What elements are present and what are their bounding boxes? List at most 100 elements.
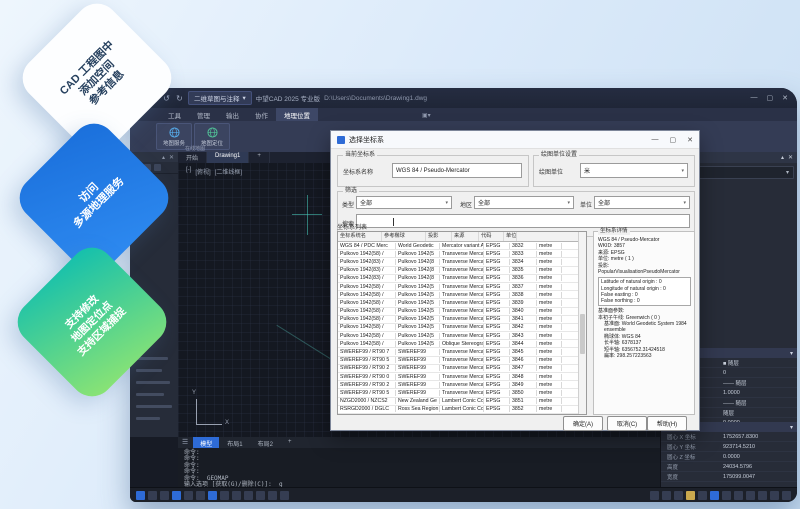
viewport-control[interactable]: [二维线框] [215, 167, 242, 176]
fullscreen-icon[interactable] [770, 491, 779, 500]
table-row[interactable]: NZGD2000 / NZCS2 New Zealand Ge Lambert … [338, 398, 586, 406]
table-row[interactable]: Pulkovo 1942(58) / Pulkovo 1942(5 Transv… [338, 299, 586, 307]
scrollbar-thumb[interactable] [580, 314, 585, 354]
table-row[interactable]: Pulkovo 1942(83) / Pulkovo 1942(8 Transv… [338, 275, 586, 283]
table-row[interactable]: SWEREF99 / RT90 5 SWEREF99 Transverse Me… [338, 357, 586, 365]
palette-item[interactable] [136, 393, 164, 396]
ortho-icon[interactable] [160, 491, 169, 500]
palette-item[interactable] [136, 381, 170, 384]
monitor-icon[interactable] [710, 491, 719, 500]
grid-icon[interactable] [148, 491, 157, 500]
file-tab[interactable]: + [249, 152, 270, 163]
table-row[interactable]: Pulkovo 1942(58) / Pulkovo 1942(5 Obliqu… [338, 340, 586, 348]
property-row[interactable]: 高度 24034.5796 [661, 462, 797, 472]
table-row[interactable]: SWEREF99 / RT90 7 SWEREF99 Transverse Me… [338, 348, 586, 356]
layout-grid-icon[interactable] [662, 491, 671, 500]
palette-tool-icon[interactable] [154, 164, 161, 171]
property-row[interactable]: 圆心 Z 坐标 0.0000 [661, 452, 797, 462]
units-icon[interactable] [268, 491, 277, 500]
table-row[interactable]: Pulkovo 1942(58) / Pulkovo 1942(5 Transv… [338, 324, 586, 332]
close-icon[interactable]: ✕ [782, 94, 788, 102]
table-row[interactable]: WGS 84 / PDC Merc World Geodetic Mercato… [338, 242, 586, 250]
redo-icon[interactable]: ↻ [175, 94, 184, 103]
layout-tab[interactable]: + [281, 437, 299, 448]
collapse-icon[interactable]: ▴ [162, 154, 165, 161]
ribbon-more-icon[interactable]: ▣▾ [422, 110, 431, 119]
layout-tab[interactable]: 布局2 [251, 437, 280, 448]
table-row[interactable]: SWEREF99 / RT90 2 SWEREF99 Transverse Me… [338, 365, 586, 373]
minimize-icon[interactable]: — [751, 94, 758, 102]
table-row[interactable]: SWEREF99 / RT90 5 SWEREF99 Transverse Me… [338, 389, 586, 397]
lineweight-icon[interactable] [232, 491, 241, 500]
ribbon-tab[interactable]: 管理 [189, 108, 218, 121]
column-header[interactable]: 代码 [479, 232, 504, 241]
customize-icon[interactable] [782, 491, 791, 500]
table-row[interactable]: Pulkovo 1942(58) / Pulkovo 1942(5 Transv… [338, 332, 586, 340]
table-row[interactable]: SWEREF99 / RT90 0 SWEREF99 Transverse Me… [338, 373, 586, 381]
annotation-icon[interactable] [280, 491, 289, 500]
column-header[interactable]: 投影 [426, 232, 452, 241]
workspace-gear-icon[interactable] [722, 491, 731, 500]
crosshair-icon[interactable] [674, 491, 683, 500]
hardware-icon[interactable] [758, 491, 767, 500]
table-row[interactable]: Pulkovo 1942(58) / Pulkovo 1942(5 Transv… [338, 250, 586, 258]
property-row[interactable]: 宽度 175099.0047 [661, 472, 797, 482]
table-row[interactable]: Pulkovo 1942(83) / Pulkovo 1942(8 Transv… [338, 258, 586, 266]
layout-tab[interactable]: 布局1 [220, 437, 249, 448]
maximize-icon[interactable]: ▢ [767, 94, 774, 102]
layout-menu-icon[interactable]: ☰ [180, 437, 192, 448]
palette-item[interactable] [136, 369, 162, 372]
search-input[interactable] [356, 214, 690, 228]
scale-a-icon[interactable] [698, 491, 707, 500]
table-row[interactable]: Pulkovo 1942(58) / Pulkovo 1942(5 Transv… [338, 308, 586, 316]
transparency-icon[interactable] [244, 491, 253, 500]
close-icon[interactable]: ✕ [788, 154, 793, 161]
table-scrollbar[interactable] [578, 232, 586, 414]
model-space-icon[interactable] [650, 491, 659, 500]
snap-icon[interactable] [136, 491, 145, 500]
ok-button[interactable]: 确定(A) [563, 416, 603, 431]
table-row[interactable]: RSRGD2000 / DGLC Ross Sea Region Lambert… [338, 406, 586, 414]
ribbon-tab[interactable]: 输出 [218, 108, 247, 121]
layout-tab[interactable]: 模型 [193, 437, 219, 448]
table-row[interactable]: Pulkovo 1942(58) / Pulkovo 1942(5 Transv… [338, 291, 586, 299]
type-filter-select[interactable]: 全部 ▾ [356, 196, 452, 209]
dyn-input-icon[interactable] [220, 491, 229, 500]
workspace-switcher[interactable]: 二维草图与注释 ▾ [188, 91, 252, 105]
ribbon-tab[interactable]: 地理位置 [276, 108, 318, 121]
annotation-scale-icon[interactable] [686, 491, 695, 500]
column-header[interactable]: 单位 [504, 232, 517, 241]
ribbon-tab[interactable]: 协作 [247, 108, 276, 121]
command-history[interactable]: 命令:命令:命令:命令:命令: _GEOMAP输入选项 [获取(G)/删除(C)… [178, 448, 660, 490]
selection-cycling-icon[interactable] [256, 491, 265, 500]
cancel-button[interactable]: 取消(C) [607, 416, 647, 431]
table-row[interactable]: County ST74 SWEREF99 Transverse Mercato … [338, 414, 586, 415]
viewport-control[interactable]: [-] [186, 167, 191, 176]
table-row[interactable]: Pulkovo 1942(58) / Pulkovo 1942(5 Transv… [338, 283, 586, 291]
column-header[interactable]: 坐标系统名 [338, 232, 382, 241]
palette-item[interactable] [136, 357, 168, 360]
property-row[interactable]: 圆心 Y 坐标 923714.5210 [661, 442, 797, 452]
column-header[interactable]: 参考椭球 [382, 232, 426, 241]
otrack-icon[interactable] [196, 491, 205, 500]
cs-name-field[interactable]: WGS 84 / Pseudo-Mercator [392, 163, 522, 178]
collapse-icon[interactable]: ▴ [781, 154, 784, 161]
osnap-icon[interactable] [184, 491, 193, 500]
palette-item[interactable] [136, 417, 160, 420]
viewport-control[interactable]: [俯视] [195, 167, 210, 176]
close-icon[interactable]: ✕ [687, 136, 693, 144]
column-header[interactable]: 来源 [452, 232, 479, 241]
palette-item[interactable] [136, 405, 172, 408]
region-filter-select[interactable]: 全部 ▾ [474, 196, 574, 209]
table-row[interactable]: Pulkovo 1942(58) / Pulkovo 1942(5 Transv… [338, 316, 586, 324]
isolate-icon[interactable] [746, 491, 755, 500]
table-row[interactable]: SWEREF99 / RT90 2 SWEREF99 Transverse Me… [338, 381, 586, 389]
polar-icon[interactable] [172, 491, 181, 500]
drawing-unit-select[interactable]: 米 ▾ [580, 163, 688, 178]
file-tab[interactable]: 开始 [178, 152, 207, 163]
ducs-icon[interactable] [208, 491, 217, 500]
lock-icon[interactable] [734, 491, 743, 500]
ribbon-tab[interactable]: 工具 [160, 108, 189, 121]
close-icon[interactable]: ✕ [169, 154, 174, 161]
file-tab[interactable]: Drawing1 [207, 152, 249, 163]
